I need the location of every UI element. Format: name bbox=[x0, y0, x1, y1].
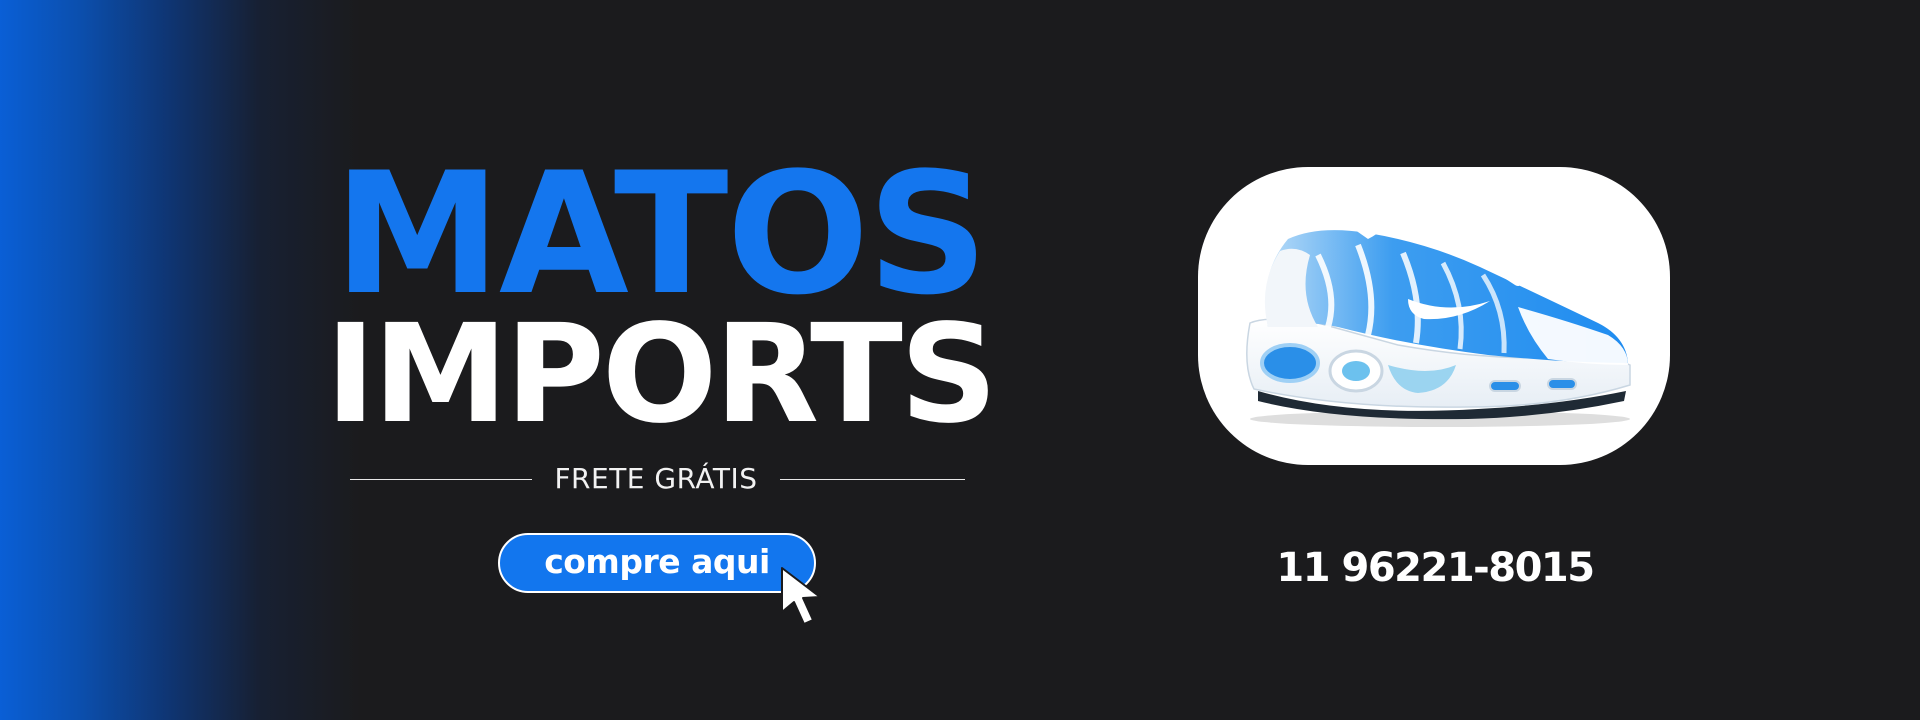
sneaker-image bbox=[1246, 199, 1631, 427]
promo-banner: MATOS IMPORTS FRETE GRÁTIS compre aqui 1… bbox=[0, 0, 1920, 720]
pointer-cursor-icon bbox=[781, 567, 821, 625]
divider-left bbox=[350, 479, 532, 480]
buy-here-button[interactable]: compre aqui bbox=[498, 533, 816, 593]
free-shipping-label: FRETE GRÁTIS bbox=[554, 462, 758, 495]
divider-right bbox=[780, 479, 965, 480]
product-card[interactable] bbox=[1198, 167, 1670, 465]
brand-title-imports: IMPORTS bbox=[325, 296, 998, 454]
brand-title-matos: MATOS bbox=[333, 136, 989, 332]
phone-number: 11 96221-8015 bbox=[1276, 545, 1595, 591]
